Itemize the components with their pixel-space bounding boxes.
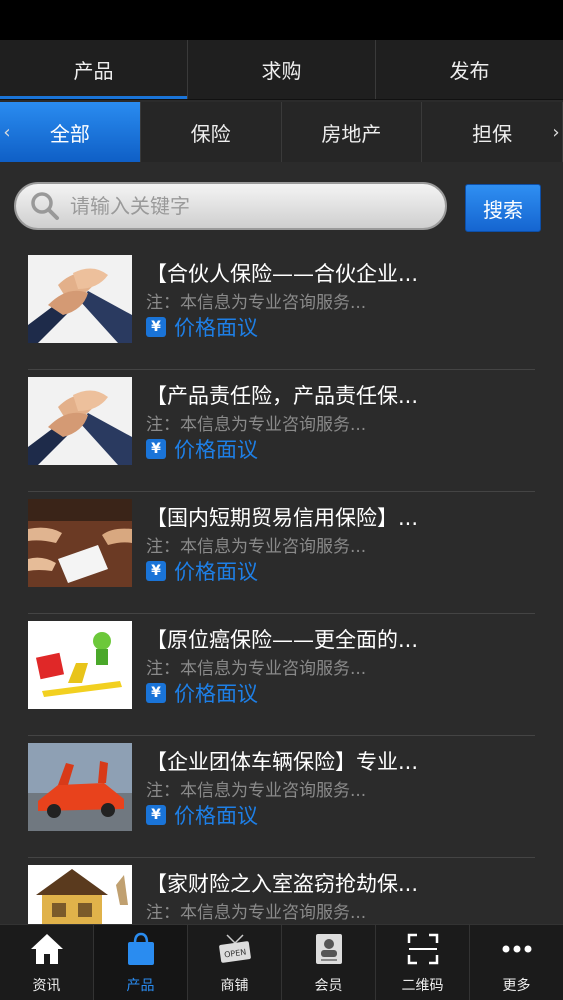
yen-icon: ¥ [146,317,166,337]
shop-sign-icon: OPEN [215,929,255,969]
category-guarantee[interactable]: 担保 [422,102,563,162]
search-button[interactable]: 搜索 [465,184,541,232]
list-item[interactable]: 【国内短期贸易信用保险】... 注：本信息为专业咨询服务... ¥ 价格面议 [28,492,535,614]
tab-publish[interactable]: 发布 [376,40,563,99]
item-price: 价格面议 [174,316,258,340]
tab-wanted[interactable]: 求购 [188,40,376,99]
search-icon [31,192,59,220]
category-real-estate[interactable]: 房地产 [281,102,423,162]
price-row: ¥ 价格面议 [146,312,258,342]
nav-shops[interactable]: OPEN 商铺 [188,925,282,1000]
bag-icon [121,929,161,969]
chevron-left-icon[interactable]: ‹ [0,102,14,162]
yen-icon: ¥ [146,439,166,459]
nav-label: 会员 [314,978,343,994]
price-row: ¥ 价格面议 [146,434,258,464]
item-note: 注：本信息为专业咨询服务... [146,293,367,313]
yen-icon: ¥ [146,561,166,581]
status-bar [0,0,563,40]
nav-qrcode[interactable]: 二维码 [376,925,470,1000]
top-tab-bar: 产品 求购 发布 [0,40,563,100]
category-all[interactable]: 全部 [0,102,141,162]
hands-icon [28,377,132,465]
nav-label: 更多 [502,978,531,994]
item-note: 注：本信息为专业咨询服务... [146,659,367,679]
more-icon [497,929,537,969]
home-icon [27,929,67,969]
list-item[interactable]: 【家财险之入室盗窃抢劫保... 注：本信息为专业咨询服务... [28,858,535,924]
qr-scan-icon [403,929,443,969]
nav-products[interactable]: 产品 [94,925,188,1000]
item-price: 价格面议 [174,804,258,828]
search-input[interactable] [70,194,410,218]
search-box[interactable] [14,182,447,230]
list-item[interactable]: 【产品责任险，产品责任保... 注：本信息为专业咨询服务... ¥ 价格面议 [28,370,535,492]
product-list: 【合伙人保险——合伙企业... 注：本信息为专业咨询服务... ¥ 价格面议 【… [0,248,563,924]
nav-more[interactable]: 更多 [470,925,563,1000]
yen-icon: ¥ [146,683,166,703]
price-row: ¥ 价格面议 [146,678,258,708]
list-item[interactable]: 【合伙人保险——合伙企业... 注：本信息为专业咨询服务... ¥ 价格面议 [28,248,535,370]
nav-label: 资讯 [32,978,61,994]
nav-members[interactable]: 会员 [282,925,376,1000]
item-title: 【产品责任险，产品责任保... [146,384,419,408]
chevron-right-icon[interactable]: › [549,102,563,162]
list-item[interactable]: 【企业团体车辆保险】专业... 注：本信息为专业咨询服务... ¥ 价格面议 [28,736,535,858]
list-item[interactable]: 【原位癌保险——更全面的... 注：本信息为专业咨询服务... ¥ 价格面议 [28,614,535,736]
item-price: 价格面议 [174,438,258,462]
nav-label: 商铺 [220,978,249,994]
category-insurance[interactable]: 保险 [140,102,282,162]
item-note: 注：本信息为专业咨询服务... [146,415,367,435]
house-icon [28,865,132,924]
price-row: ¥ 价格面议 [146,556,258,586]
item-price: 价格面议 [174,682,258,706]
nav-news[interactable]: 资讯 [0,925,94,1000]
price-row: ¥ 价格面议 [146,800,258,830]
yen-icon: ¥ [146,805,166,825]
item-title: 【原位癌保险——更全面的... [146,628,419,652]
item-title: 【家财险之入室盗窃抢劫保... [146,872,419,896]
tab-products[interactable]: 产品 [0,40,188,99]
item-title: 【企业团体车辆保险】专业... [146,750,419,774]
item-note: 注：本信息为专业咨询服务... [146,781,367,801]
item-title: 【国内短期贸易信用保险】... [146,506,419,530]
item-price: 价格面议 [174,560,258,584]
category-bar: ‹ 全部 保险 房地产 担保 › [0,102,563,162]
car-icon [28,743,132,831]
bottom-nav: 资讯 产品 OPEN 商铺 会员 二维码 更多 [0,924,563,1000]
contract-icon [28,499,132,587]
hands-icon [28,255,132,343]
item-title: 【合伙人保险——合伙企业... [146,262,419,286]
nav-label: 产品 [126,978,155,994]
member-card-icon [309,929,349,969]
nav-label: 二维码 [401,978,444,994]
item-note: 注：本信息为专业咨询服务... [146,537,367,557]
item-note: 注：本信息为专业咨询服务... [146,903,367,923]
cartoon-icon [28,621,132,709]
search-row: 搜索 [0,162,563,248]
